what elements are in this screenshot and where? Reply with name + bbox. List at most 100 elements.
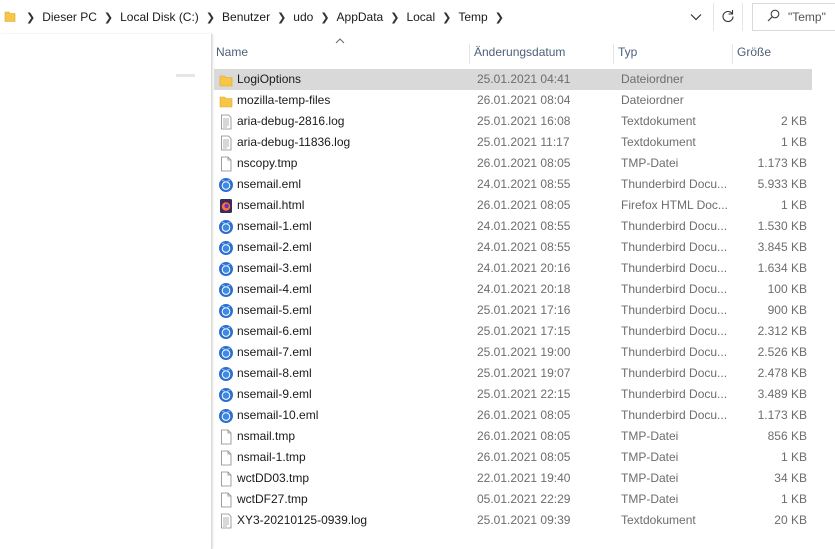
navigation-pane[interactable]: [0, 34, 212, 549]
refresh-button[interactable]: [713, 3, 743, 31]
file-size: 5.933 KB: [757, 177, 807, 191]
file-row[interactable]: nsemail.eml 24.01.2021 08:55 Thunderbird D…: [214, 174, 812, 195]
file-list[interactable]: Name Änderungsdatum Typ Größe LogiOption…: [212, 34, 835, 549]
file-size: 3.489 KB: [757, 387, 807, 401]
file-name: nsemail-7.eml: [237, 345, 312, 359]
file-type: Thunderbird Docu...: [621, 345, 728, 359]
file-row[interactable]: XY3-20210125-0939.log 25.01.2021 09:39 Tex…: [214, 510, 812, 531]
file-row[interactable]: nsemail-1.eml 24.01.2021 08:55 Thunderbird…: [214, 216, 812, 237]
file-type: Thunderbird Docu...: [621, 303, 728, 317]
blank-file-icon: [218, 156, 234, 172]
file-row[interactable]: aria-debug-11836.log 25.01.2021 11:17 Text…: [214, 132, 812, 153]
blank-file-icon: [218, 450, 234, 466]
file-row[interactable]: nscopy.tmp 26.01.2021 08:05 TMP-Datei 1.173…: [214, 153, 812, 174]
file-row[interactable]: nsemail-6.eml 25.01.2021 17:15 Thunderbird…: [214, 321, 812, 342]
file-row[interactable]: nsemail-2.eml 24.01.2021 08:55 Thunderbird…: [214, 237, 812, 258]
file-date: 26.01.2021 08:05: [477, 408, 571, 422]
file-size: 20 KB: [774, 513, 807, 527]
file-type: Textdokument: [621, 513, 696, 527]
file-type: Thunderbird Docu...: [621, 261, 728, 275]
file-row[interactable]: aria-debug-2816.log 25.01.2021 16:08 Textd…: [214, 111, 812, 132]
file-row[interactable]: nsemail-10.eml 26.01.2021 08:05 Thunderbir…: [214, 405, 812, 426]
file-row[interactable]: nsemail-3.eml 24.01.2021 20:16 Thunderbird…: [214, 258, 812, 279]
breadcrumb-item[interactable]: Benutzer ❯: [219, 2, 290, 32]
column-size[interactable]: Größe: [733, 44, 813, 64]
file-size: 1.173 KB: [757, 156, 807, 170]
file-size: 1.634 KB: [757, 261, 807, 275]
breadcrumb-item[interactable]: Local ❯: [403, 2, 455, 32]
file-type: Firefox HTML Doc...: [621, 198, 728, 212]
column-header: Name Änderungsdatum Typ Größe: [212, 34, 835, 68]
file-name: nsemail-9.eml: [237, 387, 312, 401]
breadcrumb-label: AppData: [336, 10, 384, 24]
file-size: 3.845 KB: [757, 240, 807, 254]
file-name: nsemail-4.eml: [237, 282, 312, 296]
chevron-down-icon: [690, 10, 702, 24]
breadcrumb-item[interactable]: udo ❯: [290, 2, 333, 32]
breadcrumb-label: Local Disk (C:): [120, 10, 199, 24]
file-name: XY3-20210125-0939.log: [237, 513, 368, 527]
breadcrumb-item[interactable]: AppData ❯: [334, 2, 404, 32]
file-row[interactable]: nsemail-7.eml 25.01.2021 19:00 Thunderbird…: [214, 342, 812, 363]
breadcrumb[interactable]: ❯ Dieser PC ❯ Local Disk (C:) ❯ Benutzer ❯ …: [0, 2, 710, 32]
text-file-icon: [218, 135, 234, 151]
file-row[interactable]: nsmail-1.tmp 26.01.2021 08:05 TMP-Datei 1 K…: [214, 447, 812, 468]
file-size: 1 KB: [780, 135, 807, 149]
file-type: TMP-Datei: [621, 471, 679, 485]
refresh-icon: [721, 9, 735, 26]
file-row[interactable]: nsemail-4.eml 24.01.2021 20:18 Thunderbird…: [214, 279, 812, 300]
file-size: 2.526 KB: [757, 345, 807, 359]
breadcrumb-item[interactable]: Local Disk (C:) ❯: [117, 2, 219, 32]
column-type[interactable]: Typ: [614, 44, 733, 64]
file-row[interactable]: nsemail-8.eml 25.01.2021 19:07 Thunderbird…: [214, 363, 812, 384]
file-row[interactable]: mozilla-temp-files 26.01.2021 08:04 Dateio…: [214, 90, 812, 111]
search-placeholder: "Temp": [788, 10, 826, 24]
file-row[interactable]: wctDD03.tmp 22.01.2021 19:40 TMP-Datei 34 K…: [214, 468, 812, 489]
file-type: TMP-Datei: [621, 156, 679, 170]
file-type: Thunderbird Docu...: [621, 324, 728, 338]
search-input[interactable]: "Temp": [752, 3, 835, 31]
file-name: nsemail.eml: [237, 177, 302, 191]
file-size: 2 KB: [780, 114, 807, 128]
column-date[interactable]: Änderungsdatum: [470, 44, 614, 64]
file-row[interactable]: nsemail-9.eml 25.01.2021 22:15 Thunderbird…: [214, 384, 812, 405]
file-date: 24.01.2021 08:55: [477, 177, 571, 191]
file-date: 26.01.2021 08:05: [477, 156, 571, 170]
folder-icon: [218, 93, 234, 109]
file-name: nsemail-2.eml: [237, 240, 312, 254]
column-name[interactable]: Name: [212, 44, 470, 64]
breadcrumb-item[interactable]: Dieser PC ❯: [39, 2, 117, 32]
file-row[interactable]: nsemail-5.eml 25.01.2021 17:16 Thunderbird…: [214, 300, 812, 321]
file-date: 24.01.2021 20:16: [477, 261, 571, 275]
breadcrumb-item[interactable]: Temp ❯: [455, 2, 508, 32]
nav-scrollbar[interactable]: [176, 74, 195, 77]
file-name: nsemail-3.eml: [237, 261, 312, 275]
file-type: Dateiordner: [621, 93, 684, 107]
file-size: 1 KB: [780, 492, 807, 506]
file-type: Thunderbird Docu...: [621, 408, 728, 422]
file-row[interactable]: LogiOptions 25.01.2021 04:41 Dateiordner: [214, 69, 812, 90]
file-date: 05.01.2021 22:29: [477, 492, 571, 506]
thunderbird-icon: [218, 324, 234, 340]
file-name: nsmail.tmp: [237, 429, 296, 443]
file-row[interactable]: nsmail.tmp 26.01.2021 08:05 TMP-Datei 856 K…: [214, 426, 812, 447]
text-file-icon: [218, 513, 234, 529]
breadcrumb-label: Temp: [458, 10, 488, 24]
file-name: wctDF27.tmp: [237, 492, 308, 506]
file-name: wctDD03.tmp: [237, 471, 310, 485]
file-type: Thunderbird Docu...: [621, 240, 728, 254]
file-name: LogiOptions: [237, 72, 302, 86]
file-size: 1 KB: [780, 198, 807, 212]
file-name: mozilla-temp-files: [237, 93, 331, 107]
thunderbird-icon: [218, 366, 234, 382]
thunderbird-icon: [218, 303, 234, 319]
file-row[interactable]: wctDF27.tmp 05.01.2021 22:29 TMP-Datei 1 KB: [214, 489, 812, 510]
file-name: nsemail-5.eml: [237, 303, 312, 317]
file-date: 25.01.2021 19:00: [477, 345, 571, 359]
breadcrumb-sep-start[interactable]: ❯: [22, 2, 39, 32]
history-dropdown-button[interactable]: [685, 7, 707, 27]
folder-icon: [218, 72, 234, 88]
file-row[interactable]: nsemail.html 26.01.2021 08:05 Firefox HTML…: [214, 195, 812, 216]
file-size: 34 KB: [774, 471, 807, 485]
file-size: 1.173 KB: [757, 408, 807, 422]
